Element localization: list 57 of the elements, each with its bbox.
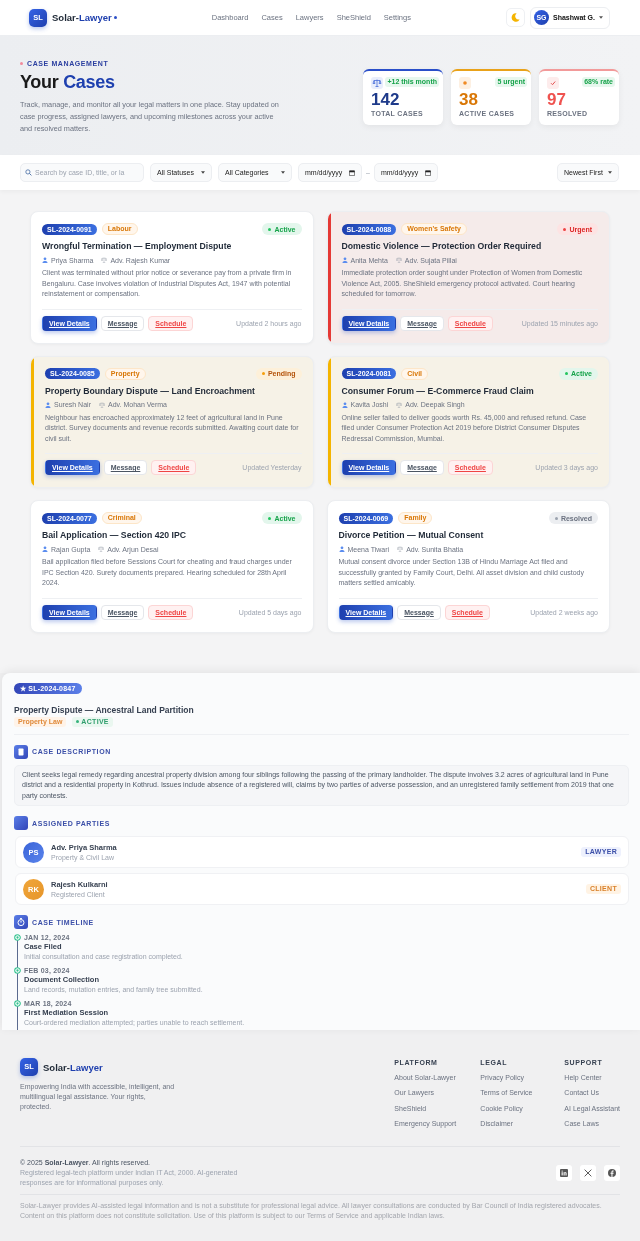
timer-icon: [14, 915, 28, 929]
status-dot-icon: [261, 372, 265, 375]
x-icon: [584, 1168, 592, 1177]
clipboard-icon: [14, 744, 28, 759]
scale-icon: [371, 76, 383, 89]
scale-icon: [101, 257, 108, 263]
status-dot-icon: [268, 227, 272, 231]
caret-icon: [281, 171, 285, 174]
person-icon: [341, 257, 348, 263]
case-title: Property Boundary Dispute — Land Encroachment: [45, 384, 256, 397]
scale-icon: [98, 546, 105, 552]
linkedin-icon: [560, 1168, 568, 1177]
case-title: Domestic Violence — Protection Order Required: [341, 240, 543, 252]
case-title: Property Dispute — Ancestral Land Partition: [14, 703, 195, 716]
case-title: Wrongful Termination — Employment Dispute: [42, 240, 233, 252]
status-dot-icon: [563, 227, 567, 231]
stat-value: 97: [547, 90, 567, 109]
linkedin-link[interactable]: [556, 1164, 572, 1181]
x-link[interactable]: [580, 1164, 596, 1181]
person-icon: [338, 546, 345, 552]
scale-icon: [395, 257, 402, 263]
case-title: Consumer Forum — E-Commerce Fraud Claim: [341, 384, 535, 397]
check-icon: [547, 76, 559, 89]
timeline-dot-icon: [14, 934, 21, 941]
person-icon: [341, 401, 348, 408]
person-icon: [45, 401, 51, 408]
scale-icon: [397, 546, 404, 552]
moon-icon: [510, 13, 520, 22]
scale-icon: [396, 401, 403, 408]
caret-icon: [599, 16, 603, 19]
page-title: Your Cases: [20, 70, 116, 93]
brand-name[interactable]: Solar-Lawyer: [43, 1061, 103, 1073]
calendar-icon: [349, 169, 355, 176]
calendar-icon: [424, 169, 431, 176]
timeline-dot-icon: [14, 1000, 21, 1007]
facebook-icon: [608, 1168, 616, 1177]
timeline-dot-icon: [14, 967, 21, 974]
case-title: Divorce Petition — Mutual Consent: [338, 529, 485, 541]
stat-value: 38: [459, 90, 479, 109]
case-title: Bail Application — Section 420 IPC: [42, 529, 188, 541]
square-icon: [14, 816, 28, 830]
theme-toggle-button[interactable]: [505, 8, 525, 27]
person-icon: [42, 257, 48, 263]
person-icon: [42, 546, 48, 552]
facebook-link[interactable]: [604, 1164, 620, 1181]
dot-icon: [20, 61, 23, 65]
caret-icon: [608, 171, 612, 174]
status-dot-icon: [268, 516, 272, 520]
status-dot-icon: [76, 720, 80, 723]
dot-icon: [113, 16, 117, 19]
brand-name[interactable]: Solar-Lawyer: [52, 12, 112, 23]
status-dot-icon: [565, 372, 568, 375]
status-dot-icon: [554, 516, 558, 520]
stat-value: 142: [371, 90, 401, 109]
caret-icon: [201, 171, 205, 174]
scale-icon: [98, 401, 105, 408]
search-icon: [25, 169, 32, 176]
